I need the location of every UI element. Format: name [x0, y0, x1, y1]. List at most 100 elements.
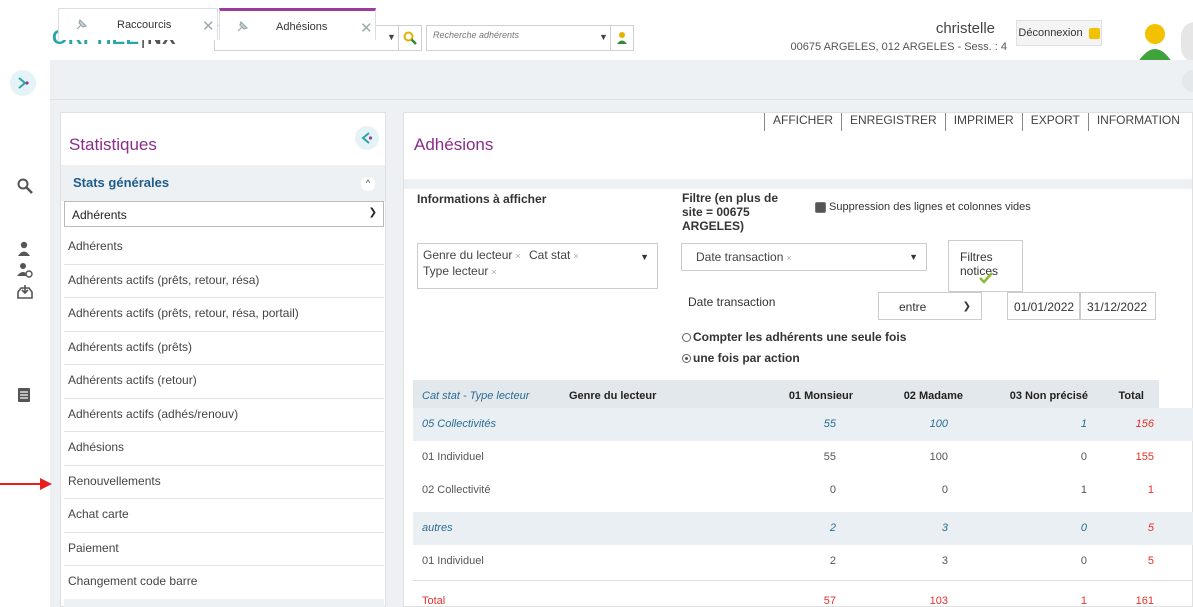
book-icon[interactable]: [17, 387, 31, 403]
lock-icon: [1088, 27, 1100, 39]
close-icon[interactable]: ×: [786, 253, 791, 263]
count-per-action-label: une fois par action: [693, 351, 800, 365]
table-row[interactable]: 01 Individuel 55 100 0 155: [413, 441, 1193, 474]
close-icon[interactable]: ×: [491, 267, 496, 277]
close-icon[interactable]: ✕: [360, 19, 373, 37]
chevron-down-icon[interactable]: ▼: [909, 252, 918, 262]
header-overflow-handle[interactable]: [1181, 22, 1193, 62]
column-header-monsieur[interactable]: 01 Monsieur: [713, 390, 853, 402]
catalog-search-button[interactable]: [398, 25, 422, 51]
tag-type-lecteur: Type lecteur ×: [423, 264, 497, 278]
cell-madame: 100: [929, 418, 948, 430]
chevron-down-icon[interactable]: ▼: [640, 252, 649, 262]
logout-button[interactable]: Déconnexion: [1016, 20, 1102, 46]
info-display-label: Informations à afficher: [417, 192, 547, 206]
rail-expand-button[interactable]: [10, 70, 36, 96]
row-label: 01 Individuel: [422, 451, 484, 463]
count-once-radio[interactable]: [682, 333, 691, 342]
row-label: 02 Collectivité: [422, 484, 491, 496]
panel-collapse-button[interactable]: [355, 126, 379, 150]
filter-tagbox[interactable]: Date transaction × ▼: [681, 243, 927, 271]
information-button[interactable]: INFORMATION: [1087, 113, 1188, 131]
filtres-notices-button[interactable]: Filtres notices: [948, 240, 1023, 292]
chevron-down-icon: ❯: [962, 301, 971, 312]
logout-label: Déconnexion: [1018, 27, 1083, 39]
close-icon[interactable]: ×: [573, 251, 578, 261]
row-label: 01 Individuel: [422, 555, 484, 567]
date-start-input[interactable]: 01/01/2022: [1007, 292, 1080, 320]
avatar-icon[interactable]: [1134, 20, 1176, 62]
inbox-icon[interactable]: [17, 285, 33, 299]
search-icon[interactable]: [17, 178, 33, 194]
list-item[interactable]: Adhérents actifs (prêts): [64, 332, 384, 365]
imprimer-button[interactable]: IMPRIMER: [944, 113, 1022, 131]
tab-adhesions[interactable]: Adhésions ✕: [219, 8, 376, 40]
chevron-down-icon: ❯: [368, 207, 377, 218]
count-per-action-option[interactable]: une fois par action: [682, 351, 800, 365]
member-search-button[interactable]: [610, 25, 634, 51]
tag-genre-lecteur: Genre du lecteur ×: [423, 248, 521, 262]
table-row[interactable]: 01 Individuel 2 3 0 5: [413, 545, 1193, 578]
enregistrer-button[interactable]: ENREGISTRER: [841, 113, 945, 131]
list-item[interactable]: Achat carte: [64, 499, 384, 533]
section-title: Stats générales: [73, 175, 170, 190]
list-item[interactable]: Adhérents actifs (prêts, retour, résa): [64, 265, 384, 298]
column-header-total[interactable]: Total: [1088, 390, 1144, 402]
count-once-option[interactable]: Compter les adhérents une seule fois: [682, 330, 906, 344]
row-label: autres: [422, 522, 453, 534]
category-select[interactable]: Adhérents ❯: [64, 201, 384, 227]
cell-non-precise: 0: [1080, 522, 1087, 534]
tab-bar: [50, 60, 1193, 100]
date-operator-select[interactable]: entre ❯: [878, 292, 982, 320]
left-rail: [0, 60, 50, 607]
member-search-box[interactable]: [426, 25, 598, 51]
pin-icon: [76, 19, 87, 30]
stat-list: Adhérents Adhérents actifs (prêts, retou…: [64, 231, 384, 600]
column-header-group[interactable]: Cat stat - Type lecteur: [422, 390, 529, 402]
cell-total: 5: [1147, 555, 1154, 567]
list-item[interactable]: Changement code barre: [64, 566, 384, 600]
cell-madame: 100: [929, 451, 948, 463]
afficher-button[interactable]: AFFICHER: [764, 113, 841, 131]
user-icon: [617, 32, 627, 44]
page-title: Adhésions: [414, 135, 494, 154]
suppress-empty-label: Suppression des lignes et colonnes vides: [829, 201, 1031, 213]
info-display-tagbox[interactable]: Genre du lecteur × Cat stat × Type lecteur…: [417, 243, 658, 289]
user-icon[interactable]: [17, 241, 31, 257]
list-item[interactable]: Adhérents actifs (retour): [64, 365, 384, 399]
member-search-scope-dropdown[interactable]: ▼: [597, 25, 611, 51]
list-item[interactable]: Adhérents actifs (adhés/renouv): [64, 399, 384, 432]
tag-cat-stat: Cat stat ×: [529, 248, 579, 262]
table-total-row[interactable]: Total 57 103 1 161: [413, 580, 1193, 607]
member-search-input[interactable]: [433, 30, 583, 40]
tab-raccourcis[interactable]: Raccourcis ✕: [58, 8, 218, 40]
column-header-non-precise[interactable]: 03 Non précisé: [963, 390, 1088, 402]
close-icon[interactable]: ×: [515, 251, 520, 261]
list-item[interactable]: Adhérents: [64, 231, 384, 265]
date-end-input[interactable]: 31/12/2022: [1080, 292, 1156, 320]
list-item[interactable]: Paiement: [64, 533, 384, 566]
count-once-label: Compter les adhérents une seule fois: [693, 330, 907, 344]
user-add-icon[interactable]: [17, 262, 33, 278]
export-button[interactable]: EXPORT: [1021, 113, 1088, 131]
cell-monsieur: 55: [823, 451, 836, 463]
close-icon[interactable]: ✕: [202, 17, 215, 35]
table-row[interactable]: autres 2 3 0 5: [413, 512, 1193, 545]
column-header-genre[interactable]: Genre du lecteur: [569, 390, 656, 402]
tag-date-transaction: Date transaction ×: [696, 250, 792, 264]
pin-icon: [237, 21, 248, 32]
suppress-empty-checkbox[interactable]: [815, 202, 826, 213]
list-item[interactable]: Adhérents actifs (prêts, retour, résa, p…: [64, 298, 384, 332]
column-header-madame[interactable]: 02 Madame: [853, 390, 963, 402]
list-item[interactable]: Renouvellements: [64, 466, 384, 499]
section-header-stats-generales[interactable]: Stats générales ^: [61, 165, 385, 201]
stats-panel-title: Statistiques: [69, 135, 157, 154]
catalog-search-scope-dropdown[interactable]: ▼: [385, 25, 399, 51]
chevron-up-icon[interactable]: ^: [361, 177, 375, 191]
list-item[interactable]: Adhésions: [64, 432, 384, 466]
table-row[interactable]: 02 Collectivité 0 0 1 1: [413, 474, 1193, 507]
cell-monsieur: 57: [823, 595, 836, 607]
table-row[interactable]: 05 Collectivités 55 100 1 156: [413, 408, 1193, 441]
count-per-action-radio[interactable]: [682, 354, 691, 363]
filter-label: Filtre (en plus de site = 00675 ARGELES): [682, 191, 779, 233]
